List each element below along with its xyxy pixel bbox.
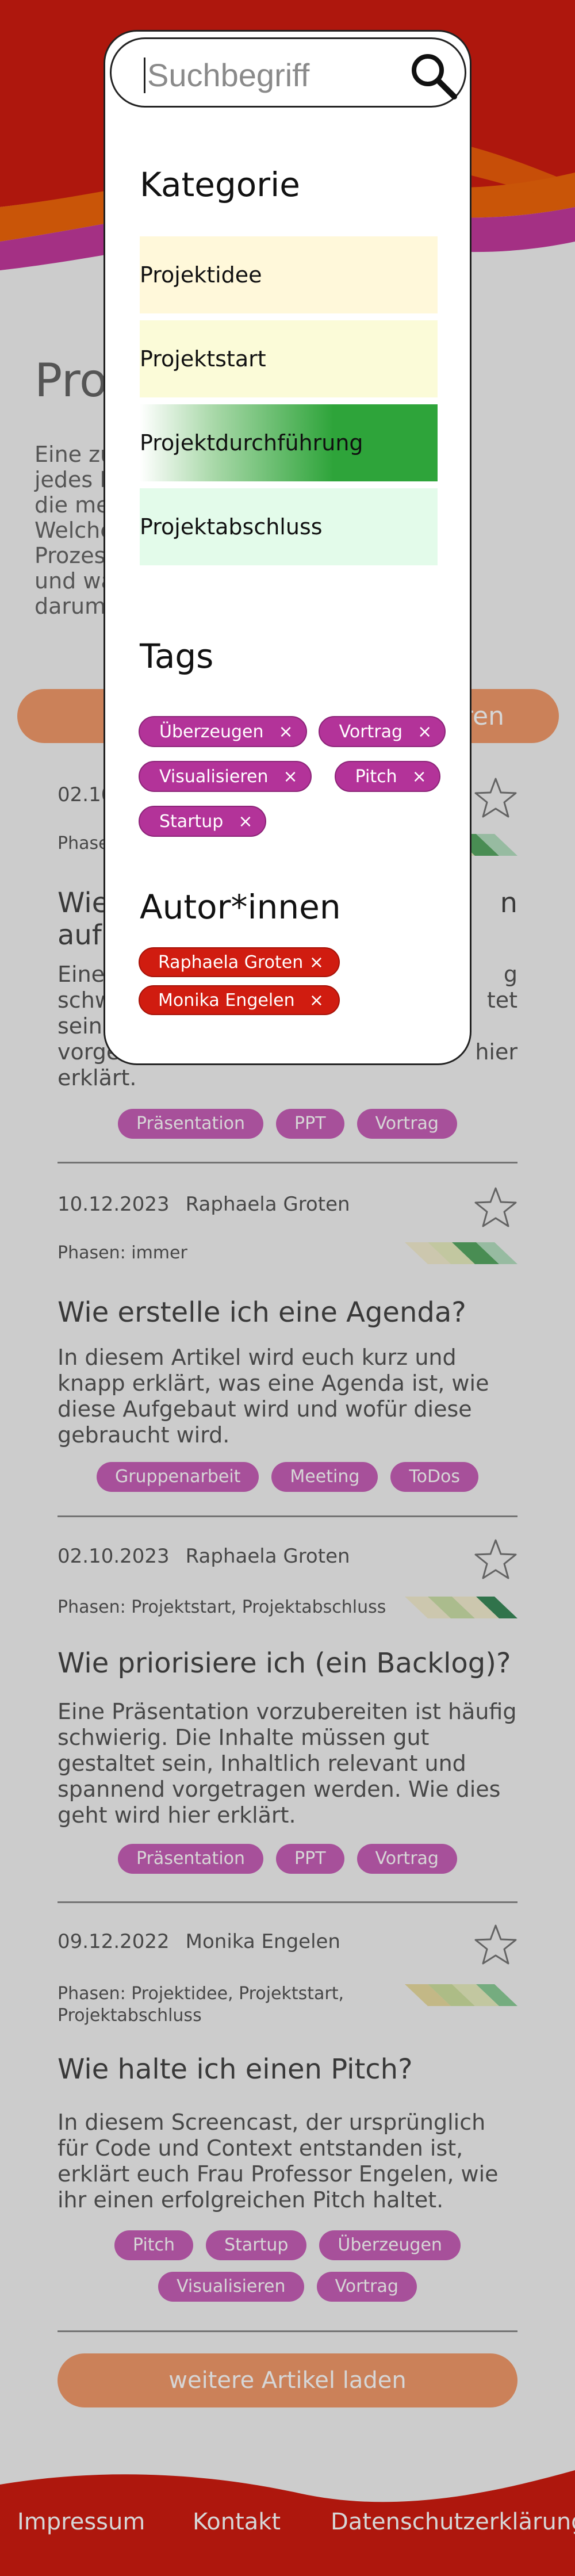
selected-tag-pitch[interactable]: Pitch × (334, 761, 440, 792)
selected-tag-visualisieren[interactable]: Visualisieren × (139, 761, 312, 792)
category-projektabschluss[interactable]: Projektabschluss (140, 488, 438, 565)
category-heading: Kategorie (140, 165, 300, 204)
close-icon[interactable]: × (412, 767, 427, 787)
close-icon[interactable]: × (309, 990, 324, 1011)
tag-row: Startup × (139, 806, 449, 837)
search-field[interactable] (110, 37, 466, 108)
category-projektstart[interactable]: Projektstart (140, 320, 438, 397)
tag-row: Visualisieren × Pitch × (139, 761, 449, 792)
selected-author-monika-engelen[interactable]: Monika Engelen × (139, 985, 340, 1015)
page: Pro Eine zu jedes P die me Welche Prozes… (0, 0, 575, 2576)
tag-label: Vortrag (339, 721, 403, 742)
close-icon[interactable]: × (279, 722, 293, 742)
selected-tag-startup[interactable]: Startup × (139, 806, 267, 837)
close-icon[interactable]: × (309, 952, 324, 973)
authors-heading: Autor*innen (140, 887, 341, 927)
tag-label: Visualisieren (159, 766, 269, 787)
close-icon[interactable]: × (417, 722, 432, 742)
category-label: Projektidee (140, 262, 262, 288)
search-icon[interactable] (407, 49, 460, 102)
tag-label: Pitch (355, 766, 397, 787)
tag-label: Überzeugen (159, 721, 264, 742)
category-label: Projektabschluss (140, 514, 323, 539)
category-projektdurchfuehrung[interactable]: Projektdurchführung (140, 404, 438, 481)
author-label: Raphaela Groten (158, 952, 304, 973)
tag-label: Startup (159, 811, 224, 832)
selected-tag-ueberzeugen[interactable]: Überzeugen × (139, 716, 307, 747)
category-projektidee[interactable]: Projektidee (140, 236, 438, 313)
close-icon[interactable]: × (283, 767, 297, 787)
category-label: Projektstart (140, 346, 266, 372)
search-input[interactable] (147, 49, 412, 100)
filter-panel: Kategorie Projektidee Projektstart Proje… (103, 30, 471, 1065)
text-caret (144, 58, 145, 93)
category-label: Projektdurchführung (140, 430, 363, 456)
tag-filter-list: Überzeugen × Vortrag × Visualisieren × Pitc… (139, 716, 449, 851)
close-icon[interactable]: × (238, 812, 252, 832)
author-label: Monika Engelen (158, 990, 295, 1011)
tags-heading: Tags (140, 637, 214, 676)
tag-row: Überzeugen × Vortrag × (139, 716, 449, 747)
selected-tag-vortrag[interactable]: Vortrag × (318, 716, 446, 747)
selected-author-raphaela-groten[interactable]: Raphaela Groten × (139, 947, 340, 977)
author-filter-list: Raphaela Groten × Monika Engelen × (139, 947, 340, 1023)
